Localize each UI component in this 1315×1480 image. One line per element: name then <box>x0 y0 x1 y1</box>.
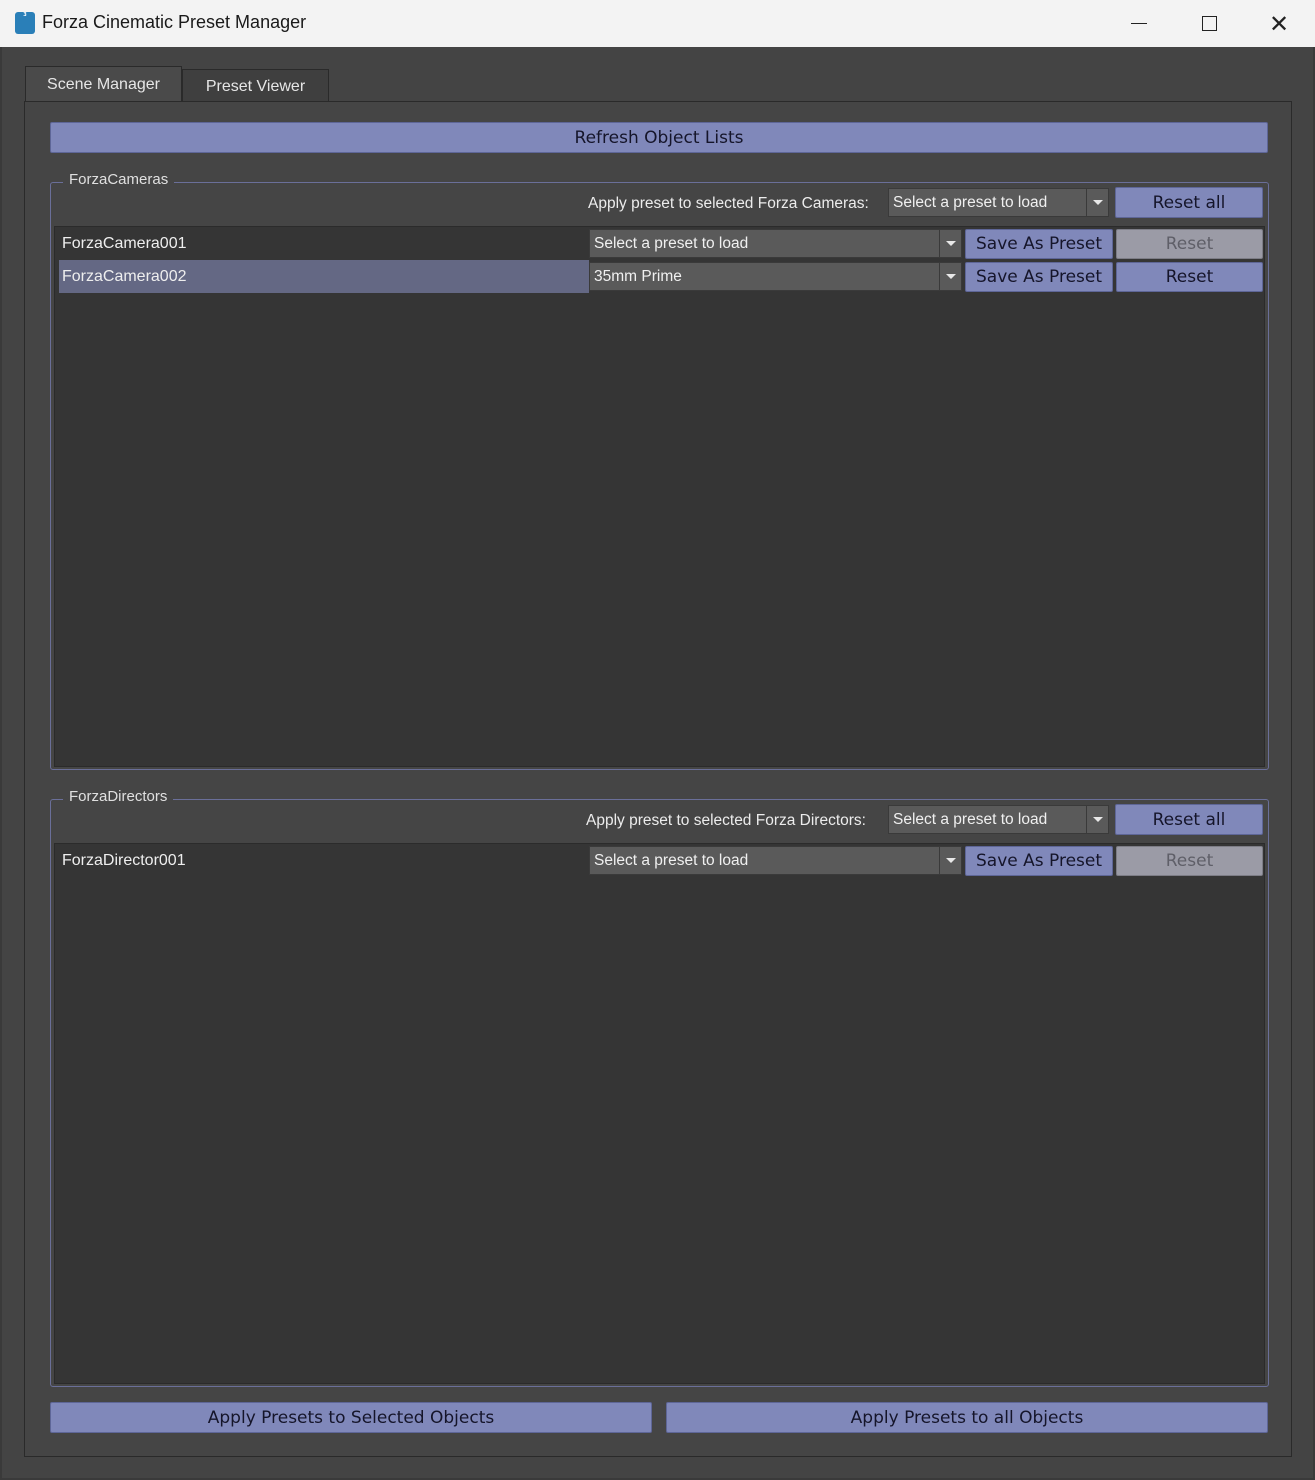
combo-value: Select a preset to load <box>594 851 749 869</box>
list-item[interactable]: ForzaDirector001 Select a preset to load… <box>55 844 1264 877</box>
maximize-button[interactable] <box>1174 0 1244 47</box>
save-as-preset-button[interactable]: Save As Preset <box>965 846 1113 876</box>
refresh-object-lists-button[interactable]: Refresh Object Lists <box>50 122 1268 153</box>
app-icon-label: 3 <box>23 12 27 18</box>
chevron-down-icon <box>1086 189 1108 216</box>
reset-button[interactable]: Reset <box>1116 262 1263 292</box>
scene-manager-panel: Refresh Object Lists ForzaCameras Apply … <box>24 101 1292 1457</box>
tab-scene-manager[interactable]: Scene Manager <box>25 66 182 103</box>
save-as-preset-button[interactable]: Save As Preset <box>965 262 1113 292</box>
close-button[interactable]: ✕ <box>1244 0 1314 47</box>
apply-presets-selected-button[interactable]: Apply Presets to Selected Objects <box>50 1402 652 1433</box>
apply-preset-cameras-label: Apply preset to selected Forza Cameras: <box>588 195 869 212</box>
apply-presets-all-button[interactable]: Apply Presets to all Objects <box>666 1402 1268 1433</box>
apply-preset-cameras-combo[interactable]: Select a preset to load <box>888 188 1109 217</box>
chevron-down-icon <box>939 847 961 874</box>
apply-preset-directors-label: Apply preset to selected Forza Directors… <box>586 812 866 829</box>
forza-directors-group: ForzaDirectors Apply preset to selected … <box>50 788 1269 1387</box>
directors-list: ForzaDirector001 Select a preset to load… <box>54 843 1265 1384</box>
chevron-down-icon <box>1086 806 1108 833</box>
group-title-cameras: ForzaCameras <box>63 171 175 188</box>
preset-combo[interactable]: 35mm Prime <box>589 262 962 291</box>
apply-preset-directors-combo[interactable]: Select a preset to load <box>888 805 1109 834</box>
reset-button: Reset <box>1116 229 1263 259</box>
minimize-icon <box>1131 23 1147 24</box>
forza-cameras-group: ForzaCameras Apply preset to selected Fo… <box>50 171 1269 770</box>
reset-all-cameras-button[interactable]: Reset all <box>1115 187 1263 218</box>
list-item[interactable]: ForzaCamera001 Select a preset to load S… <box>55 227 1264 260</box>
object-name: ForzaDirector001 <box>62 851 186 869</box>
preset-combo[interactable]: Select a preset to load <box>589 846 962 875</box>
maximize-icon <box>1201 16 1217 31</box>
combo-value: Select a preset to load <box>594 234 749 252</box>
combo-value: Select a preset to load <box>893 810 1048 828</box>
window-title: Forza Cinematic Preset Manager <box>42 12 307 32</box>
preset-combo[interactable]: Select a preset to load <box>589 229 962 258</box>
list-item[interactable]: ForzaCamera002 35mm Prime Save As Preset… <box>55 260 1264 293</box>
client-area: Scene Manager Preset Viewer Refresh Obje… <box>2 47 1313 1478</box>
close-icon: ✕ <box>1268 9 1290 38</box>
combo-value: 35mm Prime <box>594 267 682 285</box>
object-name: ForzaCamera001 <box>62 234 187 252</box>
chevron-down-icon <box>939 263 961 290</box>
cameras-list: ForzaCamera001 Select a preset to load S… <box>54 226 1265 767</box>
title-bar: 3 Forza Cinematic Preset Manager ✕ <box>0 0 1315 47</box>
chevron-down-icon <box>939 230 961 257</box>
object-name: ForzaCamera002 <box>59 260 589 293</box>
minimize-button[interactable] <box>1104 0 1174 47</box>
save-as-preset-button[interactable]: Save As Preset <box>965 229 1113 259</box>
group-title-directors: ForzaDirectors <box>63 788 174 805</box>
combo-value: Select a preset to load <box>893 193 1048 211</box>
tab-preset-viewer[interactable]: Preset Viewer <box>182 69 329 103</box>
app-icon: 3 <box>15 12 35 34</box>
reset-button: Reset <box>1116 846 1263 876</box>
reset-all-directors-button[interactable]: Reset all <box>1115 804 1263 835</box>
